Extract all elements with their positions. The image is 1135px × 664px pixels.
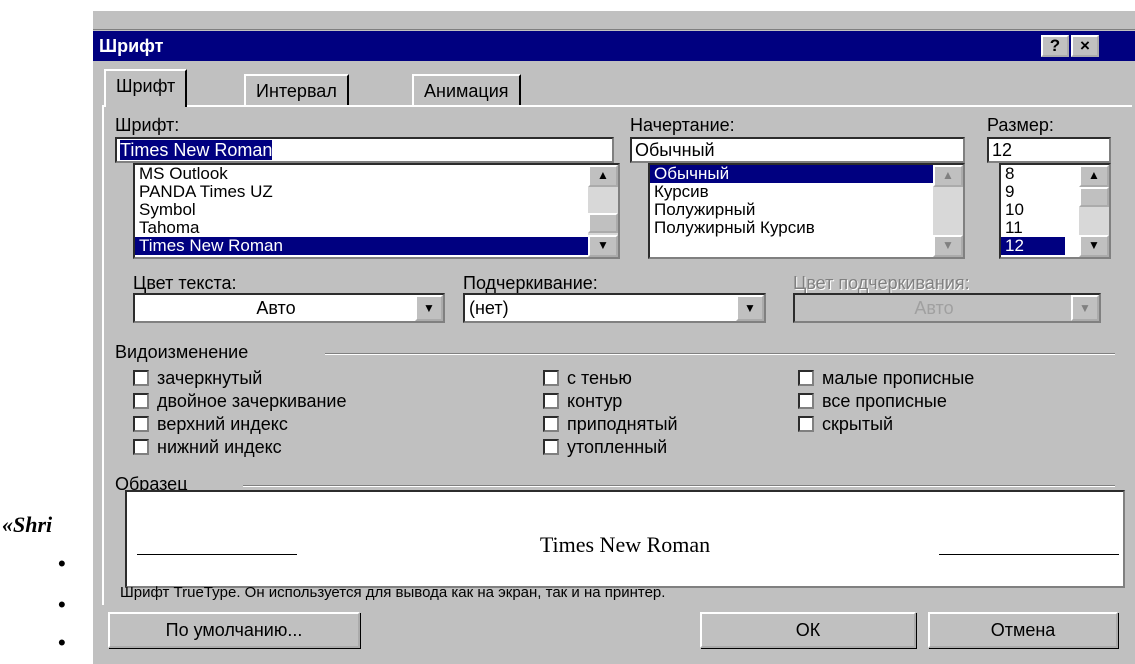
checkbox-label: приподнятый (567, 414, 678, 434)
underline-label: Подчеркивание: (463, 273, 598, 293)
scroll-down-icon[interactable]: ▼ (933, 235, 963, 257)
subscript-checkbox[interactable]: нижний индекс (133, 437, 282, 457)
double-strikethrough-checkbox[interactable]: двойное зачеркивание (133, 391, 346, 411)
background-text-fragment: «Shri (2, 512, 53, 537)
checkbox-box[interactable] (798, 370, 814, 386)
style-list-item[interactable]: Полужирный (650, 201, 963, 219)
scroll-up-icon[interactable]: ▲ (588, 165, 618, 187)
underline-color-value: Авто (914, 298, 954, 318)
tab-spacing[interactable]: Интервал (244, 74, 349, 106)
size-list[interactable]: 8 9 10 11 12 ▲ ▼ (999, 163, 1111, 259)
cancel-button[interactable]: Отмена (928, 612, 1118, 648)
font-name-value: Times New Roman (120, 140, 273, 160)
style-list[interactable]: Обычный Курсив Полужирный Полужирный Кур… (648, 163, 965, 259)
scroll-down-icon[interactable]: ▼ (588, 235, 618, 257)
style-list-scrollbar[interactable]: ▲ ▼ (933, 165, 963, 257)
style-list-item[interactable]: Курсив (650, 183, 963, 201)
size-list-item[interactable]: 12 (1001, 237, 1065, 255)
checkbox-box[interactable] (798, 416, 814, 432)
effects-divider (325, 353, 1115, 355)
size-label: Размер: (987, 115, 1054, 135)
sample-preview: Times New Roman (125, 490, 1125, 588)
underline-color-select[interactable]: Авто ▼ (793, 293, 1101, 323)
small-caps-checkbox[interactable]: малые прописные (798, 368, 974, 388)
outline-checkbox[interactable]: контур (543, 391, 622, 411)
checkbox-box[interactable] (543, 393, 559, 409)
chevron-down-icon[interactable]: ▼ (736, 295, 764, 321)
font-list-scrollbar[interactable]: ▲ ▼ (588, 165, 618, 257)
font-list-item[interactable]: MS Outlook (135, 165, 618, 183)
font-list[interactable]: MS Outlook PANDA Times UZ Symbol Tahoma … (133, 163, 620, 259)
ok-button[interactable]: ОК (700, 612, 916, 648)
style-list-item[interactable]: Обычный (650, 165, 963, 183)
strikethrough-checkbox[interactable]: зачеркнутый (133, 368, 262, 388)
emboss-checkbox[interactable]: приподнятый (543, 414, 678, 434)
checkbox-box[interactable] (798, 393, 814, 409)
help-button[interactable]: ? (1041, 35, 1069, 57)
checkbox-box[interactable] (543, 439, 559, 455)
chevron-down-icon[interactable]: ▼ (415, 295, 443, 321)
checkbox-label: контур (567, 391, 623, 411)
font-list-item[interactable]: Times New Roman (135, 237, 618, 255)
checkbox-box[interactable] (543, 416, 559, 432)
preview-baseline-right (939, 554, 1119, 555)
scroll-thumb[interactable] (1079, 187, 1109, 207)
checkbox-label: верхний индекс (157, 414, 288, 434)
scroll-up-icon[interactable]: ▲ (1079, 165, 1109, 187)
style-input[interactable]: Обычный (630, 137, 965, 163)
underline-color-label: Цвет подчеркивания: (793, 273, 970, 293)
underline-select[interactable]: (нет) ▼ (463, 293, 766, 323)
checkbox-box[interactable] (133, 416, 149, 432)
checkbox-label: все прописные (822, 391, 947, 411)
font-list-item[interactable]: Tahoma (135, 219, 618, 237)
style-list-item[interactable]: Полужирный Курсив (650, 219, 963, 237)
shadow-checkbox[interactable]: с тенью (543, 368, 632, 388)
checkbox-label: нижний индекс (157, 437, 282, 457)
dialog-titlebar[interactable]: Шрифт ? × (93, 31, 1135, 61)
checkbox-box[interactable] (133, 393, 149, 409)
scroll-up-icon[interactable]: ▲ (933, 165, 963, 187)
bullet-2: • (58, 592, 66, 617)
size-list-scrollbar[interactable]: ▲ ▼ (1079, 165, 1109, 257)
text-color-value: Авто (256, 298, 296, 318)
checkbox-label: малые прописные (822, 368, 975, 388)
toolbar-strip (93, 11, 1135, 30)
sample-note: Шрифт TrueType. Он используется для выво… (120, 584, 666, 601)
style-label: Начертание: (630, 115, 735, 135)
font-list-item[interactable]: Symbol (135, 201, 618, 219)
default-button[interactable]: По умолчанию... (108, 612, 360, 648)
engrave-checkbox[interactable]: утопленный (543, 437, 667, 457)
checkbox-box[interactable] (133, 370, 149, 386)
scroll-down-icon[interactable]: ▼ (1079, 235, 1109, 257)
scroll-thumb[interactable] (588, 213, 618, 233)
checkbox-label: утопленный (567, 437, 668, 457)
underline-value: (нет) (469, 298, 509, 318)
all-caps-checkbox[interactable]: все прописные (798, 391, 947, 411)
effects-group-label: Видоизменение (115, 342, 249, 362)
chevron-down-icon[interactable]: ▼ (1071, 295, 1099, 321)
text-color-label: Цвет текста: (133, 273, 237, 293)
checkbox-box[interactable] (133, 439, 149, 455)
superscript-checkbox[interactable]: верхний индекс (133, 414, 288, 434)
checkbox-label: двойное зачеркивание (157, 391, 347, 411)
hidden-checkbox[interactable]: скрытый (798, 414, 893, 434)
bullet-3: • (58, 630, 66, 655)
checkbox-label: с тенью (567, 368, 632, 388)
tab-font[interactable]: Шрифт (104, 69, 188, 107)
checkbox-label: зачеркнутый (157, 368, 263, 388)
font-name-input[interactable]: Times New Roman (115, 137, 614, 163)
size-input[interactable]: 12 (987, 137, 1111, 163)
font-label: Шрифт: (115, 115, 180, 135)
font-list-item[interactable]: PANDA Times UZ (135, 183, 618, 201)
sample-divider (243, 485, 1115, 487)
text-color-select[interactable]: Авто ▼ (133, 293, 445, 323)
dialog-title: Шрифт (99, 36, 164, 56)
bullet-1: • (58, 551, 66, 576)
checkbox-label: скрытый (822, 414, 894, 434)
tab-animation[interactable]: Анимация (412, 74, 521, 106)
close-button[interactable]: × (1071, 35, 1099, 57)
checkbox-box[interactable] (543, 370, 559, 386)
